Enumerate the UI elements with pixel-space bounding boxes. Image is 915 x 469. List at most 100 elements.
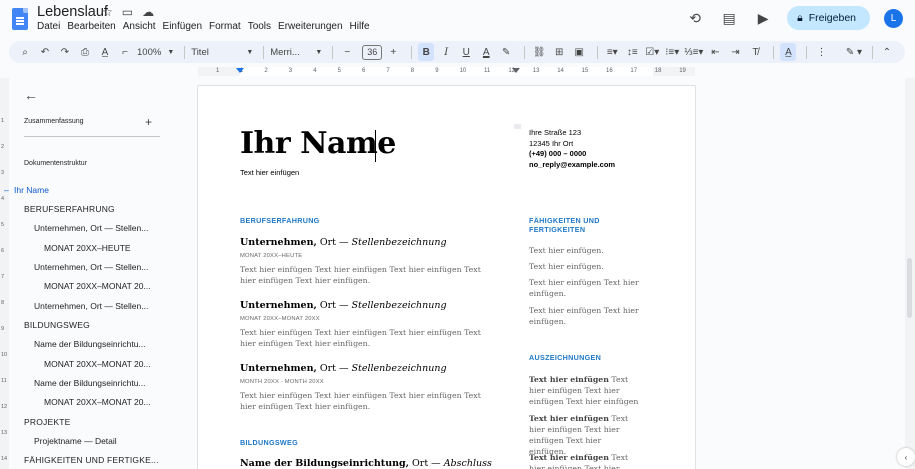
version-history-icon[interactable]: ⟲ [685, 8, 705, 28]
spelling-suggestions-icon[interactable]: A̲ [780, 43, 797, 61]
job-title[interactable]: Unternehmen, Ort — Stellenbezeichnung [240, 363, 447, 374]
menu-edit[interactable]: Bearbeiten [67, 21, 119, 32]
outline-item[interactable]: Unternehmen, Ort — Stellen... [34, 301, 148, 311]
award-item[interactable]: Text hier einfügen Text hier einfügen Te… [529, 374, 639, 407]
outline-item[interactable]: PROJEKTE [24, 417, 70, 427]
horizontal-ruler[interactable]: 1 1 2 3 4 5 6 7 8 9 10 11 12 13 14 15 16 17 18 19 [198, 66, 695, 77]
outline-item[interactable]: BERUFSERFAHRUNG [24, 204, 115, 214]
highlight-icon[interactable]: ✎ [498, 43, 514, 61]
skill-item[interactable]: Text hier einfügen Text hier einfügen. [529, 305, 639, 327]
insert-link-icon[interactable]: ⛓︎ [531, 43, 547, 61]
award-item[interactable]: Text hier einfügen Text hier einfügen Te… [529, 413, 639, 457]
checklist-icon[interactable]: ☑▾ [644, 43, 660, 61]
move-folder-icon[interactable]: ▭ [122, 5, 133, 19]
skills-heading[interactable]: FÄHIGKEITEN UND FERTIGKEITEN [529, 216, 619, 234]
education-heading[interactable]: BILDUNGSWEG [240, 438, 298, 447]
job-date[interactable]: MONAT 20XX–HEUTE [240, 253, 302, 259]
outline-item[interactable]: MONAT 20XX–MONAT 20... [44, 397, 151, 407]
outline-item[interactable]: MONAT 20XX–MONAT 20... [44, 359, 151, 369]
job-description[interactable]: Text hier einfügen Text hier einfügen Te… [240, 390, 490, 412]
contact-block[interactable]: Ihre Straße 123 12345 Ihr Ort (+49) 000 … [529, 128, 615, 170]
docs-logo-icon[interactable] [12, 8, 28, 30]
spellcheck-icon[interactable]: A̲ [97, 43, 113, 61]
search-menus-icon[interactable]: ⌕ [17, 43, 33, 61]
meet-icon[interactable]: ▶ [753, 8, 773, 28]
menu-view[interactable]: Ansicht [123, 21, 160, 32]
outline-item[interactable]: BILDUNGSWEG [24, 320, 90, 330]
awards-heading[interactable]: AUSZEICHNUNGEN [529, 353, 601, 362]
align-icon[interactable]: ≡▾ [604, 43, 620, 61]
font-select[interactable]: Merri... ▼ [270, 43, 322, 61]
table-handle[interactable] [514, 124, 521, 129]
style-select[interactable]: Titel ▼ [191, 43, 253, 61]
job-title[interactable]: Unternehmen, Ort — Stellenbezeichnung [240, 237, 447, 248]
job-title[interactable]: Unternehmen, Ort — Stellenbezeichnung [240, 300, 447, 311]
undo-icon[interactable]: ↶ [37, 43, 53, 61]
document-title[interactable]: Lebenslauf [37, 4, 108, 20]
avatar[interactable]: L [884, 8, 903, 28]
zoom-select[interactable]: 100% ▼ [137, 43, 174, 61]
menu-file[interactable]: Datei [37, 21, 64, 32]
vertical-ruler[interactable]: 1 2 3 4 5 6 7 8 9 10 11 12 13 14 [0, 78, 9, 469]
more-options-icon[interactable]: ⋮ [813, 43, 829, 61]
skill-item[interactable]: Text hier einfügen. [529, 261, 639, 272]
job-date[interactable]: MONTH 20XX - MONTH 20XX [240, 379, 324, 385]
outline-item[interactable]: – Ihr Name [4, 185, 49, 195]
menu-extensions[interactable]: Erweiterungen [278, 21, 346, 32]
document-page[interactable]: Ihr Name Text hier einfügen Ihre Straße … [198, 86, 695, 469]
outline-item[interactable]: Unternehmen, Ort — Stellen... [34, 223, 148, 233]
outline-item[interactable]: Projektname — Detail [34, 436, 117, 446]
job-date[interactable]: MONAT 20XX–MONAT 20XX [240, 316, 320, 322]
cloud-status-icon[interactable]: ☁ [142, 5, 154, 19]
job-description[interactable]: Text hier einfügen Text hier einfügen Te… [240, 327, 490, 349]
vertical-scrollbar[interactable] [905, 78, 915, 469]
tab-marker[interactable] [512, 68, 520, 73]
chevron-left-icon[interactable]: ‹ [897, 448, 915, 466]
paint-format-icon[interactable]: ⌐ [117, 43, 133, 61]
decrease-font-size-icon[interactable]: − [339, 43, 355, 61]
text-color-button[interactable]: A [478, 43, 494, 61]
menu-tools[interactable]: Tools [248, 21, 275, 32]
share-button[interactable]: 🔒︎ Freigeben [787, 6, 870, 30]
redo-icon[interactable]: ↷ [57, 43, 73, 61]
editing-mode-icon[interactable]: ✎ ▾ [846, 43, 862, 61]
bold-button[interactable]: B [418, 43, 435, 61]
increase-font-size-icon[interactable]: + [385, 43, 401, 61]
award-item[interactable]: Text hier einfügen Text hier einfügen Te… [529, 452, 639, 469]
outline-item[interactable]: MONAT 20XX–MONAT 20... [44, 281, 151, 291]
outline-item[interactable]: MONAT 20XX–HEUTE [44, 243, 131, 253]
menu-insert[interactable]: Einfügen [163, 21, 206, 32]
indent-marker[interactable] [236, 68, 244, 73]
menu-format[interactable]: Format [209, 21, 245, 32]
clear-formatting-icon[interactable]: T̸ [747, 43, 763, 61]
hide-menus-icon[interactable]: ⌃ [879, 43, 895, 61]
experience-heading[interactable]: BERUFSERFAHRUNG [240, 216, 320, 225]
skill-item[interactable]: Text hier einfügen Text hier einfügen. [529, 277, 639, 299]
arrow-left-icon[interactable]: ← [24, 87, 38, 103]
resume-name[interactable]: Ihr Name [240, 126, 396, 161]
italic-button[interactable]: I [438, 43, 454, 61]
increase-indent-icon[interactable]: ⇥ [727, 43, 743, 61]
job-description[interactable]: Text hier einfügen Text hier einfügen Te… [240, 264, 490, 286]
outline-item[interactable]: Name der Bildungseinrichtu... [34, 378, 146, 388]
star-icon[interactable]: ☆ [102, 5, 113, 19]
menu-help[interactable]: Hilfe [350, 21, 374, 32]
comments-icon[interactable]: ▤ [719, 8, 739, 28]
scrollbar-thumb[interactable] [907, 258, 912, 318]
bulleted-list-icon[interactable]: ⁝≡▾ [664, 43, 680, 61]
decrease-indent-icon[interactable]: ⇤ [707, 43, 723, 61]
add-summary-icon[interactable]: + [145, 115, 152, 129]
numbered-list-icon[interactable]: ⅓≡▾ [684, 43, 703, 61]
add-comment-icon[interactable]: ⊞ [551, 43, 567, 61]
outline-item[interactable]: Name der Bildungseinrichtu... [34, 339, 146, 349]
skill-item[interactable]: Text hier einfügen. [529, 245, 639, 256]
underline-button[interactable]: U [458, 43, 474, 61]
outline-item[interactable]: FÄHIGKEITEN UND FERTIGKE... [24, 455, 159, 465]
outline-item[interactable]: Unternehmen, Ort — Stellen... [34, 262, 148, 272]
print-icon[interactable]: ⎙ [77, 43, 93, 61]
line-spacing-icon[interactable]: ↕≡ [624, 43, 640, 61]
insert-image-icon[interactable]: ▣ [571, 43, 587, 61]
resume-subtitle[interactable]: Text hier einfügen [240, 168, 299, 177]
education-title[interactable]: Name der Bildungseinrichtung, Ort — Absc… [240, 458, 492, 469]
font-size-input[interactable]: 36 [362, 44, 383, 60]
